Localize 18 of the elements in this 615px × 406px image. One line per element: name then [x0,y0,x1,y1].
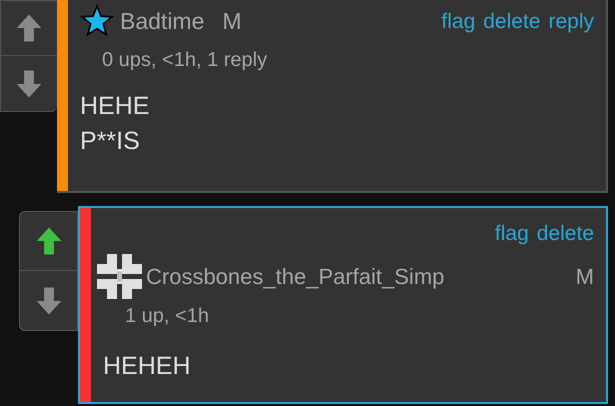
comment-text: HEHEH [103,351,192,382]
comment-text: HEHE [80,90,150,122]
username[interactable]: Badtime [120,4,204,38]
up-arrow-icon [14,12,44,44]
gender-label: M [222,7,242,36]
comment-action-link[interactable]: flag [494,218,529,250]
comment-action-link[interactable]: delete [483,6,540,37]
comment-action-link[interactable]: delete [536,218,594,250]
comment-meta: 1 up, <1h [124,304,210,329]
username[interactable]: Crossbones_the_Parfait_Simp [146,260,444,293]
pixel-cross-icon [97,254,142,299]
comment-action-link[interactable]: reply [548,6,594,37]
comment-action-link[interactable]: flag [441,6,476,37]
comment-text: P**IS [80,126,141,156]
down-arrow-icon [14,68,44,100]
star-icon [80,4,114,38]
gender-label: M [576,263,594,291]
comment-meta: 0 ups, <1h, 1 reply [101,48,268,72]
